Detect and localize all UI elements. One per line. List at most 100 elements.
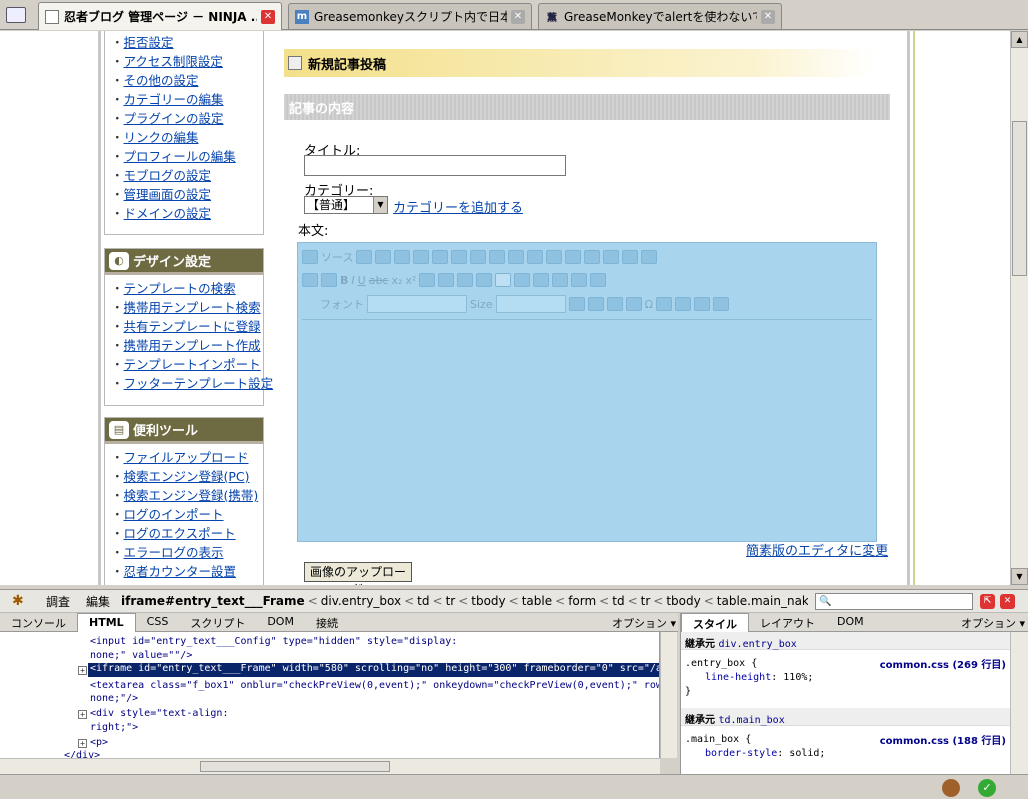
expand-icon[interactable]: + <box>78 739 87 748</box>
check-icon[interactable]: ✓ <box>978 779 996 797</box>
paste-icon[interactable] <box>451 250 468 264</box>
table-icon[interactable] <box>606 297 623 311</box>
sidebar-item[interactable]: ファイルアップロード <box>111 448 263 467</box>
sidebar-link[interactable]: カテゴリーの編集 <box>124 92 224 107</box>
sidebar-item[interactable]: その他の設定 <box>111 71 263 90</box>
underline-icon[interactable]: U <box>358 274 366 287</box>
code-line[interactable]: </div> <box>64 750 100 758</box>
smiley-icon[interactable] <box>656 297 672 311</box>
sidebar-link[interactable]: プラグインの設定 <box>124 111 224 126</box>
detach-icon[interactable]: ⇱ <box>980 594 995 609</box>
sidebar-item[interactable]: ログのエクスポート <box>111 524 263 543</box>
editor-body-area[interactable] <box>302 319 872 537</box>
options-menu[interactable]: オプション ▾ <box>612 615 676 631</box>
maximize-icon[interactable] <box>713 297 729 311</box>
selected-code-line[interactable]: <iframe id="entry_text___Frame" width="5… <box>88 663 659 677</box>
outdent-icon[interactable] <box>457 273 474 287</box>
firebug-side-tab[interactable]: DOM <box>826 613 875 632</box>
breadcrumb-item[interactable]: td <box>609 594 627 608</box>
sidebar-link[interactable]: アクセス制限設定 <box>124 54 223 69</box>
scroll-down-icon[interactable]: ▼ <box>1011 568 1028 585</box>
breadcrumb-item[interactable]: tr <box>638 594 654 608</box>
code-line[interactable]: <div style="text-align: <box>90 708 228 719</box>
link-icon[interactable] <box>571 273 588 287</box>
align-center-icon[interactable] <box>514 273 531 287</box>
sidebar-link[interactable]: ログのインポート <box>124 507 224 522</box>
align-left-icon[interactable] <box>495 273 512 287</box>
close-icon[interactable]: ✕ <box>1000 594 1015 609</box>
flash-icon[interactable] <box>587 297 604 311</box>
box-icon[interactable] <box>622 250 639 264</box>
omega-icon[interactable]: Ω <box>645 298 653 311</box>
italic-icon[interactable]: I <box>351 274 354 287</box>
expand-icon[interactable]: + <box>78 666 87 675</box>
tab-greasemonkey-alert[interactable]: 薫 GreaseMonkeyでalertを使わないでデバ... ✕ <box>538 3 782 29</box>
sidebar-link[interactable]: 検索エンジン登録(携帯) <box>124 488 259 503</box>
sidebar-link[interactable]: 忍者カウンター設置 <box>124 564 237 579</box>
paste-word-icon[interactable] <box>489 250 506 264</box>
side-options-menu[interactable]: オプション ▾ <box>961 615 1025 631</box>
page-scrollbar[interactable]: ▲ ▼ <box>1010 31 1028 585</box>
breadcrumb-item[interactable]: tbody <box>468 594 508 608</box>
firebug-tab[interactable]: HTML <box>77 613 136 632</box>
sidebar-item[interactable]: リンクの編集 <box>111 128 263 147</box>
template-icon[interactable] <box>394 250 411 264</box>
rule-icon[interactable] <box>625 297 642 311</box>
subscript-icon[interactable]: x₂ <box>391 274 402 287</box>
sidebar-link[interactable]: リンクの編集 <box>124 130 199 145</box>
sidebar-link[interactable]: フッターテンプレート設定 <box>124 376 274 391</box>
source-icon[interactable] <box>302 250 318 264</box>
rich-text-editor[interactable]: ソース B I U abc x₂ x² フォント Size Ω <box>297 242 877 542</box>
css-declaration[interactable]: border-style: solid; <box>705 748 825 759</box>
firebug-tab[interactable]: コンソール <box>0 613 77 632</box>
superscript-icon[interactable]: x² <box>405 274 416 287</box>
sidebar-link[interactable]: テンプレートインポート <box>124 357 261 372</box>
pagebreak-icon[interactable] <box>694 297 710 311</box>
greasemonkey-icon[interactable] <box>942 779 960 797</box>
sidebar-link[interactable]: モブログの設定 <box>124 168 212 183</box>
code-scrollbar-vertical[interactable] <box>660 632 677 758</box>
sidebar-item[interactable]: テンプレートの検索 <box>111 279 263 298</box>
help-icon[interactable] <box>641 250 658 264</box>
indent-icon[interactable] <box>476 273 493 287</box>
sidebar-item[interactable]: プラグインの設定 <box>111 109 263 128</box>
undo-icon[interactable] <box>508 250 525 264</box>
title-input[interactable] <box>304 155 566 176</box>
tab-greasemonkey-japanese[interactable]: m Greasemonkeyスクリプト内で日本語を... ✕ <box>288 3 532 29</box>
font-select[interactable] <box>367 295 467 313</box>
scroll-up-icon[interactable]: ▲ <box>1011 31 1028 48</box>
sidebar-link[interactable]: ドメインの設定 <box>124 206 212 221</box>
inspect-button[interactable]: 調査 <box>38 593 78 610</box>
sidebar-item[interactable]: ドメインの設定 <box>111 204 263 223</box>
copy-icon[interactable] <box>432 250 449 264</box>
sidebar-item[interactable]: フッターテンプレート設定 <box>111 374 274 393</box>
breadcrumb-item[interactable]: tr <box>443 594 459 608</box>
preview-icon[interactable] <box>356 250 373 264</box>
align-right-icon[interactable] <box>533 273 550 287</box>
expand-icon[interactable]: + <box>78 710 87 719</box>
sidebar-item[interactable]: エラーログの表示 <box>111 543 263 562</box>
breadcrumb-item[interactable]: table <box>519 594 555 608</box>
firebug-tab[interactable]: 接続 <box>305 613 349 632</box>
sidebar-item[interactable]: 管理画面の設定 <box>111 185 263 204</box>
breadcrumb-item[interactable]: form <box>565 594 599 608</box>
code-line[interactable]: <textarea class="f_box1" onblur="checkPr… <box>90 680 659 691</box>
strike-icon[interactable]: abc <box>369 274 389 287</box>
breadcrumb-item[interactable]: div.entry_box <box>318 594 404 608</box>
breadcrumb-item[interactable]: td <box>414 594 432 608</box>
code-line[interactable]: right;"> <box>90 722 138 733</box>
close-tab-icon[interactable]: ✕ <box>511 9 525 24</box>
sidebar-item[interactable]: アクセス制限設定 <box>111 52 263 71</box>
simple-editor-link[interactable]: 簡素版のエディタに変更 <box>746 540 888 559</box>
scroll-thumb[interactable] <box>1012 121 1027 276</box>
firebug-side-tab[interactable]: スタイル <box>681 613 749 632</box>
bold-icon[interactable]: B <box>340 274 348 287</box>
sidebar-item[interactable]: 検索エンジン登録(PC) <box>111 467 263 486</box>
firebug-icon[interactable]: ✱ <box>12 593 30 609</box>
sidebar-link[interactable]: 携帯用テンプレート検索 <box>124 300 261 315</box>
breadcrumb-item[interactable]: table.main_naka <box>714 594 808 608</box>
firebug-tab[interactable]: DOM <box>256 613 305 632</box>
size-select[interactable] <box>495 295 566 313</box>
save-icon[interactable] <box>375 250 392 264</box>
redo-icon[interactable] <box>527 250 544 264</box>
